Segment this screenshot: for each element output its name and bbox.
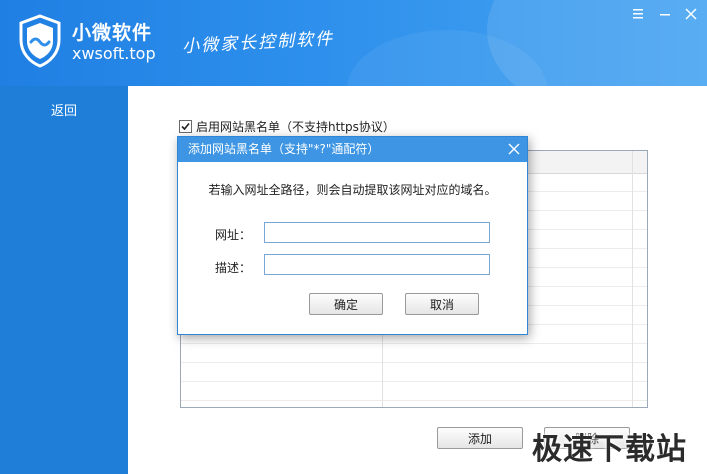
- brand-name: 小微软件: [72, 22, 153, 44]
- table-row: [181, 344, 647, 363]
- dialog-close-icon[interactable]: [507, 142, 521, 156]
- minimize-button[interactable]: [655, 4, 675, 24]
- header-bar: 小微软件 xwsoft.top 小微家长控制软件: [0, 0, 707, 86]
- description-input[interactable]: [264, 254, 490, 275]
- description-label: 描述：: [215, 261, 252, 275]
- menu-button[interactable]: [628, 4, 648, 24]
- column-divider: [632, 151, 633, 407]
- blacklist-checkbox[interactable]: [179, 120, 192, 133]
- hamburger-icon: [633, 9, 643, 19]
- table-row: [181, 363, 647, 382]
- watermark: 极速下载站: [532, 432, 687, 467]
- dialog-hint: 若输入网址全路径，则会自动提取该网址对应的域名。: [208, 183, 497, 197]
- blacklist-checkbox-label: 启用网站黑名单（不支持https协议）: [196, 120, 395, 134]
- slogan: 小微家长控制软件: [181, 29, 335, 57]
- cancel-button[interactable]: 取消: [405, 293, 479, 315]
- app-window: 小微软件 xwsoft.top 小微家长控制软件 返回 启用网站黑名单（不支持h…: [0, 0, 707, 474]
- brand-domain: xwsoft.top: [72, 44, 156, 63]
- sidebar: 返回: [0, 86, 128, 474]
- url-label: 网址：: [215, 228, 252, 242]
- add-blacklist-dialog: 添加网站黑名单（支持"*?"通配符） 若输入网址全路径，则会自动提取该网址对应的…: [177, 136, 528, 335]
- dialog-title: 添加网站黑名单（支持"*?"通配符）: [178, 137, 527, 162]
- url-input[interactable]: [264, 222, 490, 243]
- close-button[interactable]: [681, 4, 701, 24]
- ok-button[interactable]: 确定: [309, 293, 383, 315]
- close-icon: [685, 8, 697, 20]
- blacklist-toggle[interactable]: 启用网站黑名单（不支持https协议）: [179, 118, 395, 135]
- add-button[interactable]: 添加: [437, 427, 523, 449]
- shield-logo-icon: [19, 14, 61, 68]
- minimize-icon: [660, 14, 670, 16]
- back-link[interactable]: 返回: [0, 100, 128, 119]
- table-row: [181, 382, 647, 401]
- checkmark-icon: [181, 122, 190, 131]
